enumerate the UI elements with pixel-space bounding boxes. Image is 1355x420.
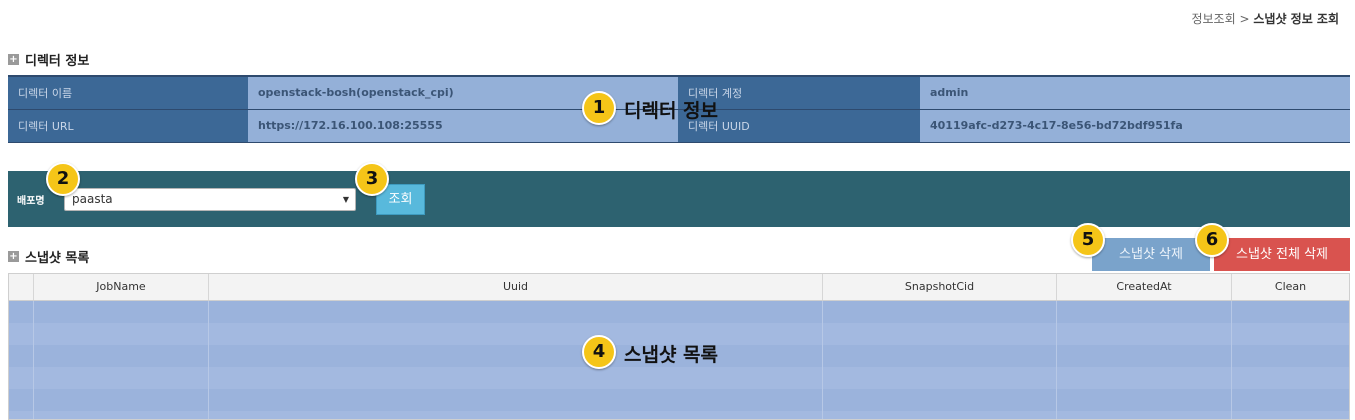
deployment-select[interactable]: paasta ▼ bbox=[64, 188, 356, 211]
director-url-label: 디렉터 URL bbox=[8, 109, 248, 143]
annotation-badge-4: 4 bbox=[582, 335, 616, 369]
deployment-filter-bar: 배포명 paasta ▼ 조회 bbox=[8, 171, 1350, 227]
plus-icon: + bbox=[8, 54, 19, 65]
director-name-label: 디렉터 이름 bbox=[8, 75, 248, 110]
breadcrumb-separator: > bbox=[1239, 12, 1250, 26]
plus-icon: + bbox=[8, 251, 19, 262]
snapshot-delete-button[interactable]: 스냅샷 삭제 bbox=[1092, 238, 1210, 271]
annotation-text-1: 디렉터 정보 bbox=[624, 100, 719, 122]
breadcrumb-current: 스냅샷 정보 조회 bbox=[1253, 12, 1339, 26]
grid-column bbox=[34, 301, 209, 419]
grid-column bbox=[823, 301, 1057, 419]
column-header-clean[interactable]: Clean bbox=[1232, 274, 1349, 300]
breadcrumb-parent[interactable]: 정보조회 bbox=[1191, 12, 1235, 26]
grid-header: JobName Uuid SnapshotCid CreatedAt Clean bbox=[9, 274, 1349, 301]
director-section-title-text: 디렉터 정보 bbox=[25, 54, 90, 69]
grid-column bbox=[1057, 301, 1232, 419]
column-header-snapshotcid[interactable]: SnapshotCid bbox=[823, 274, 1057, 300]
snapshot-section-title-text: 스냅샷 목록 bbox=[25, 251, 90, 266]
annotation-badge-1: 1 bbox=[582, 91, 616, 125]
column-header-createdat[interactable]: CreatedAt bbox=[1057, 274, 1232, 300]
column-header-select[interactable] bbox=[9, 274, 34, 300]
snapshot-section-title: + 스냅샷 목록 bbox=[8, 247, 89, 266]
annotation-badge-5: 5 bbox=[1071, 223, 1105, 257]
deployment-select-value: paasta bbox=[72, 192, 113, 206]
director-account-value: admin bbox=[920, 75, 1350, 110]
annotation-text-4: 스냅샷 목록 bbox=[624, 344, 719, 366]
annotation-badge-6: 6 bbox=[1195, 223, 1229, 257]
director-section-title: + 디렉터 정보 bbox=[8, 50, 89, 69]
grid-column bbox=[209, 301, 823, 419]
director-uuid-value: 40119afc-d273-4c17-8e56-bd72bdf951fa bbox=[920, 109, 1350, 143]
column-header-jobname[interactable]: JobName bbox=[34, 274, 209, 300]
annotation-badge-2: 2 bbox=[46, 162, 80, 196]
deployment-label: 배포명 bbox=[17, 196, 45, 207]
breadcrumb: 정보조회 > 스냅샷 정보 조회 bbox=[1191, 10, 1339, 27]
grid-column bbox=[9, 301, 34, 419]
dropdown-arrow-icon: ▼ bbox=[342, 195, 349, 204]
snapshot-delete-all-button[interactable]: 스냅샷 전체 삭제 bbox=[1214, 238, 1350, 271]
annotation-badge-3: 3 bbox=[355, 162, 389, 196]
column-header-uuid[interactable]: Uuid bbox=[209, 274, 823, 300]
